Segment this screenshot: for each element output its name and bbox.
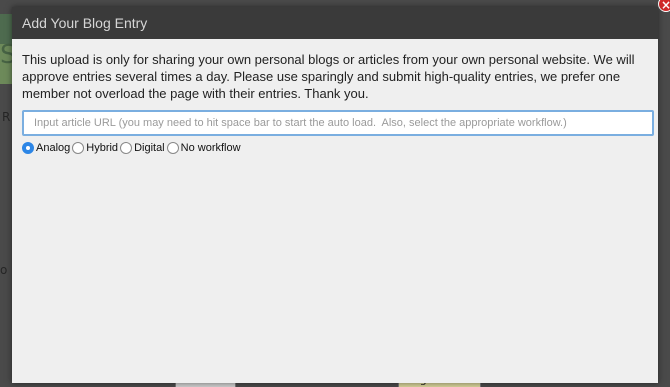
workflow-option-analog[interactable]: Analog (22, 142, 70, 154)
dialog-intro-text: This upload is only for sharing your own… (22, 52, 635, 101)
workflow-option-hybrid[interactable]: Hybrid (72, 142, 118, 154)
background-letter: o (0, 263, 8, 277)
workflow-option-digital[interactable]: Digital (120, 142, 165, 154)
radio-hybrid[interactable] (72, 142, 85, 154)
article-url-input[interactable] (22, 110, 654, 136)
radio-digital[interactable] (120, 142, 133, 154)
dialog-body: This upload is only for sharing your own… (12, 39, 658, 156)
radio-no-workflow[interactable] (166, 142, 179, 154)
workflow-option-no-workflow[interactable]: No workflow (166, 142, 241, 154)
blog-entry-dialog: Add Your Blog Entry This upload is only … (12, 7, 658, 383)
dialog-title: Add Your Blog Entry (12, 7, 658, 39)
workflow-radio-group: Analog Hybrid Digital No workflow (22, 140, 648, 156)
workflow-option-label: Hybrid (86, 142, 119, 154)
radio-analog[interactable] (22, 142, 34, 154)
background-letter: R (2, 110, 11, 124)
workflow-option-label: Digital (134, 142, 165, 154)
workflow-option-label: No workflow (180, 142, 241, 154)
workflow-option-label: Analog (36, 142, 71, 154)
